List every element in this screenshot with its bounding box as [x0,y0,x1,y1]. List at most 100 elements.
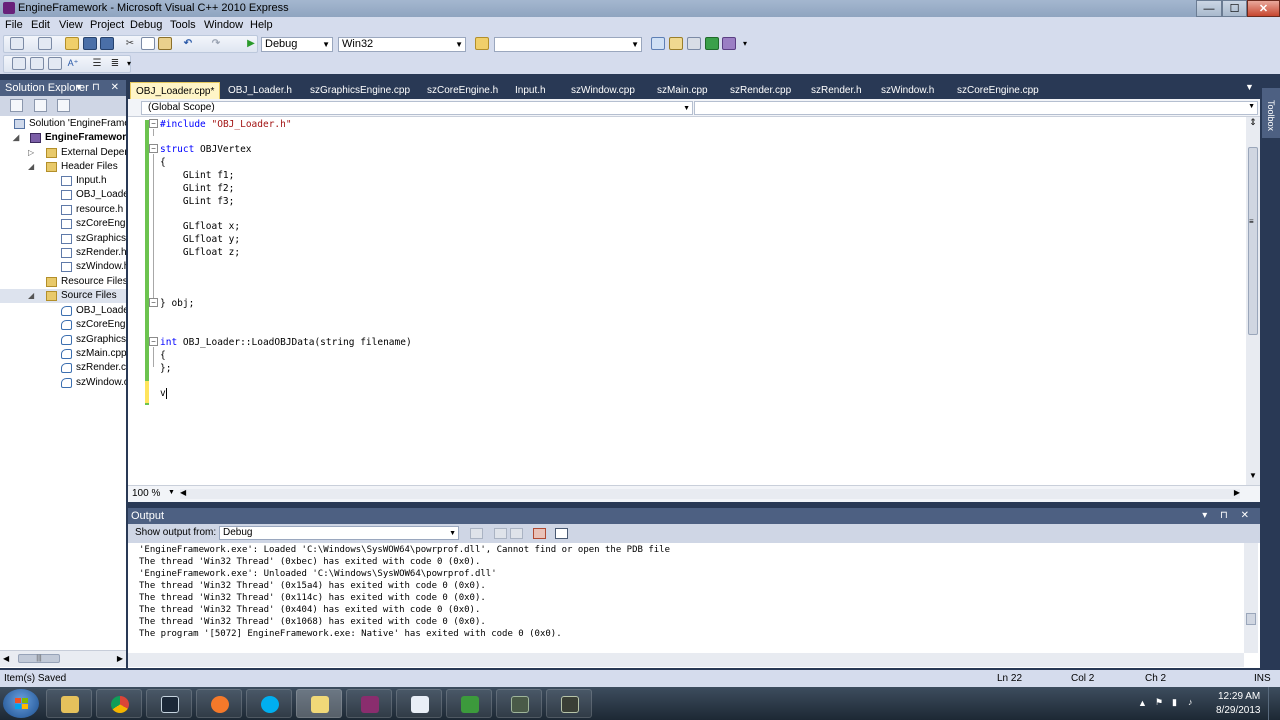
scroll-thumb[interactable] [1246,613,1256,625]
tree-item-folder[interactable]: ◢ Header Files [0,160,126,174]
toolbox-icon[interactable] [669,37,683,50]
tree-item-file[interactable]: szRender.cp [0,361,126,375]
tree-item-folder[interactable]: Resource Files [0,275,126,289]
menu-view[interactable]: View [59,19,83,31]
chevron-down-icon[interactable]: ▼ [168,489,175,496]
member-select[interactable]: ▼ [694,101,1258,115]
code-text-area[interactable]: − − − − #include "OBJ_Loader.h" struct O… [128,117,1246,485]
expander-icon[interactable]: ◢ [13,131,22,145]
menu-file[interactable]: File [5,19,23,31]
tree-item-file[interactable]: szWindow.c [0,376,126,390]
tree-item-file[interactable]: OBJ_Loader [0,188,126,202]
menu-debug[interactable]: Debug [130,19,162,31]
tab-szwindow-h[interactable]: szWindow.h [876,82,948,99]
new-project-icon[interactable] [10,37,24,50]
tree-item-file[interactable]: szGraphicsE [0,333,126,347]
taskbar-visual-studio[interactable] [296,689,342,718]
editor-vscroll[interactable]: ⇕ ≡ ▼ [1246,117,1260,485]
undo-icon[interactable]: ↶ [181,37,195,50]
menu-edit[interactable]: Edit [31,19,50,31]
editor-hscroll[interactable]: ◀ ▶ [180,488,1240,499]
code-editor[interactable]: (Global Scope) ▼ ▼ − − − − #include "OBJ… [128,99,1260,502]
scroll-down-icon[interactable]: ▼ [1246,471,1260,485]
clear-all-icon[interactable] [533,528,546,539]
clock-time[interactable]: 12:29 AM [1218,691,1260,702]
tree-item-file[interactable]: szGraphicsE [0,232,126,246]
panel-window-buttons[interactable]: ▾ ⊓ ✕ [1202,508,1254,524]
tab-obj-loader-cpp[interactable]: OBJ_Loader.cpp* [130,82,220,99]
tab-obj-loader-h[interactable]: OBJ_Loader.h [223,82,303,99]
tab-input-h[interactable]: Input.h [510,82,564,99]
output-source-select[interactable]: Debug ▼ [219,526,459,540]
redo-icon[interactable]: ↷ [209,37,223,50]
collapse-icon[interactable]: − [149,144,158,153]
taskbar-steam[interactable] [146,689,192,718]
close-button[interactable]: ✕ [1247,0,1280,17]
properties-icon[interactable] [687,37,701,50]
panel-window-buttons[interactable]: ▾ ⊓ ✕ [76,80,123,96]
tab-szrender-cpp[interactable]: szRender.cpp [725,82,803,99]
tab-szmain-cpp[interactable]: szMain.cpp [652,82,720,99]
taskbar-terminal[interactable] [546,689,592,718]
maximize-button[interactable]: ☐ [1222,0,1247,17]
tree-item-folder-selected[interactable]: ◢ Source Files [0,289,126,303]
toolbox-label[interactable]: Toolbox [1262,96,1280,136]
object-browser-icon[interactable] [651,37,665,50]
network-icon[interactable]: ▮ [1172,697,1177,708]
scroll-thumb[interactable]: ||| [18,654,60,663]
taskbar-media[interactable] [496,689,542,718]
menu-help[interactable]: Help [250,19,273,31]
menu-window[interactable]: Window [204,19,243,31]
quick-info-icon[interactable] [48,57,62,70]
menu-tools[interactable]: Tools [170,19,196,31]
tree-item-file[interactable]: szMain.cpp [0,347,126,361]
output-hscroll[interactable] [128,653,1244,667]
solution-config-select[interactable]: Debug ▼ [261,37,333,52]
start-page-icon[interactable] [705,37,719,50]
expander-icon[interactable]: ◢ [28,289,37,303]
extension-manager-icon[interactable] [722,37,736,50]
comment-icon[interactable]: ≣ [108,57,122,70]
tree-item-file[interactable]: resource.h [0,203,126,217]
taskbar-notepad[interactable] [396,689,442,718]
flag-icon[interactable]: ⚑ [1155,697,1163,708]
collapse-icon[interactable]: − [149,119,158,128]
paste-icon[interactable] [158,37,172,50]
solution-explorer-hscroll[interactable]: ◀ ||| ▶ [0,650,126,667]
taskbar-explorer[interactable] [46,689,92,718]
scope-select[interactable]: (Global Scope) ▼ [141,101,693,115]
save-all-icon[interactable] [100,37,114,50]
clock-date[interactable]: 8/29/2013 [1216,705,1261,716]
indicator-margin[interactable] [128,117,144,485]
show-all-files-icon[interactable] [34,99,47,112]
show-desktop-button[interactable] [1268,687,1280,720]
word-wrap-icon[interactable] [555,528,568,539]
tab-szgraphicsengine-cpp[interactable]: szGraphicsEngine.cpp [305,82,420,99]
add-item-icon[interactable] [38,37,52,50]
start-button[interactable] [3,689,39,718]
zoom-level[interactable]: 100 % [132,488,160,499]
find-in-files-icon[interactable] [475,37,489,50]
volume-icon[interactable]: ♪ [1188,697,1193,707]
scroll-thumb[interactable] [1248,147,1258,335]
indent-icon[interactable]: ☰ [90,57,104,70]
minimize-button[interactable]: — [1196,0,1222,17]
display-object-member-icon[interactable] [12,57,26,70]
open-file-icon[interactable] [65,37,79,50]
expander-icon[interactable]: ▷ [28,146,37,160]
copy-icon[interactable] [141,37,155,50]
toolbar-options-icon[interactable]: ▾ [738,37,752,50]
complete-word-icon[interactable]: A⁺ [66,57,80,70]
save-icon[interactable] [83,37,97,50]
scroll-right-icon[interactable]: ▶ [1234,488,1240,497]
taskbar-winrar[interactable] [346,689,392,718]
next-message-icon[interactable] [510,528,523,539]
platform-select[interactable]: Win32 ▼ [338,37,466,52]
tab-szwindow-cpp[interactable]: szWindow.cpp [566,82,646,99]
tree-item-file[interactable]: szWindow.h [0,260,126,274]
tree-item-file[interactable]: szCoreEngi [0,318,126,332]
start-debugging-icon[interactable]: ▶ [244,37,258,50]
scroll-right-icon[interactable]: ▶ [117,654,123,663]
splitter-icon[interactable]: ⇕ [1246,117,1260,131]
tab-szcoreengine-h[interactable]: szCoreEngine.h [422,82,508,99]
